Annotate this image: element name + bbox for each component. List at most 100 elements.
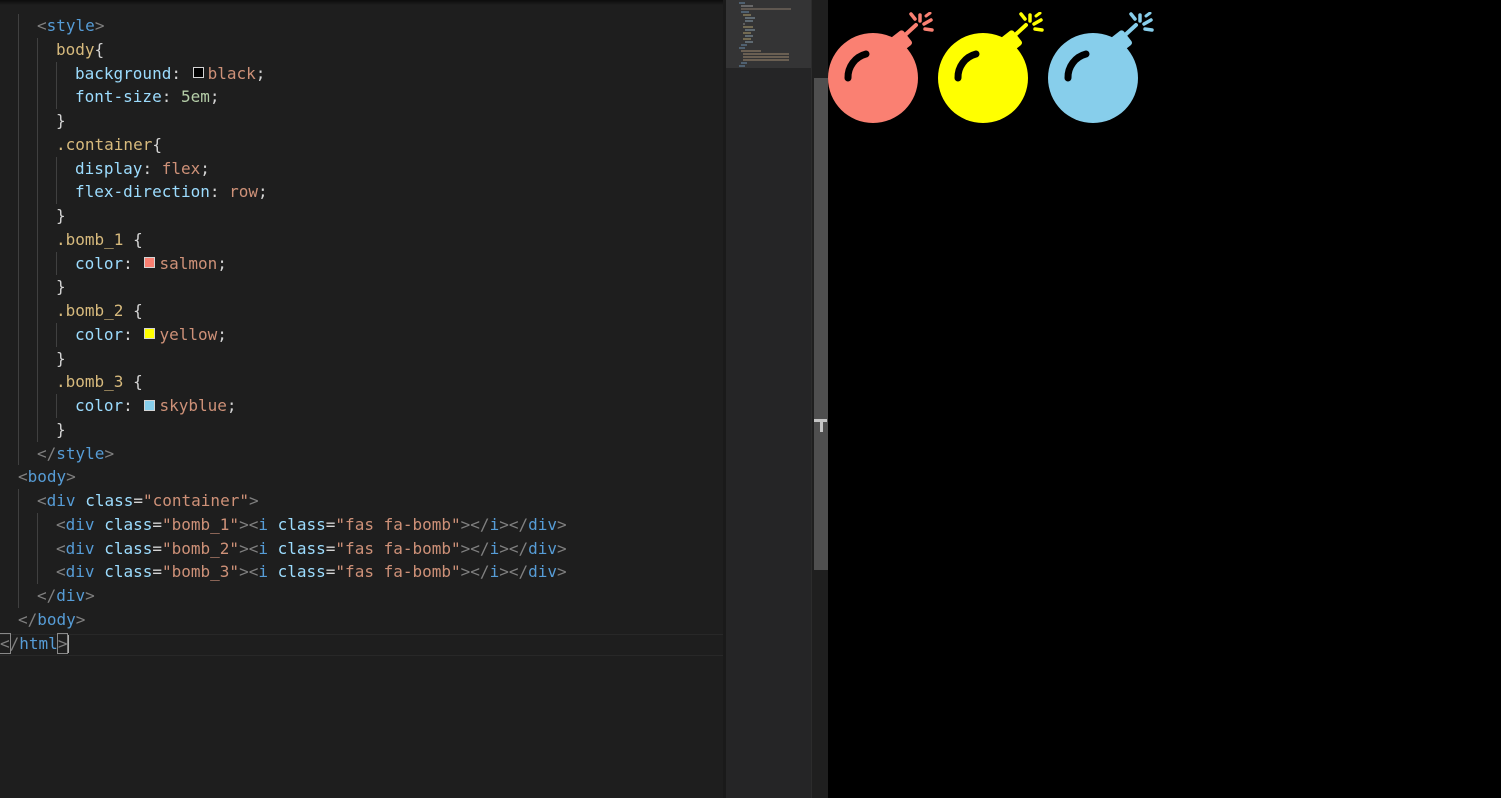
indent-guide (18, 512, 19, 537)
code-line[interactable]: <div class="container"> (0, 489, 723, 513)
indent-guide (37, 204, 38, 228)
indent-guide (37, 512, 38, 537)
code-token: style (56, 443, 105, 463)
code-token: div (528, 562, 558, 582)
color-swatch[interactable] (144, 257, 156, 268)
indent-guide (18, 156, 19, 181)
code-token: ; (258, 182, 268, 202)
indent-guide (18, 441, 19, 466)
code-token: / (9, 633, 20, 653)
code-line[interactable]: <div class="bomb_2"><i class="fas fa-bom… (0, 536, 723, 561)
code-token: ; (209, 87, 220, 107)
code-token: salmon (159, 253, 218, 273)
code-token: ; (255, 63, 266, 83)
code-token: > (66, 467, 76, 487)
code-token: >< (239, 514, 259, 534)
bomb-2 (938, 11, 1048, 124)
indent-guide (18, 132, 19, 157)
color-swatch[interactable] (192, 67, 204, 78)
code-line[interactable]: body{ (0, 37, 723, 62)
color-swatch[interactable] (144, 399, 156, 411)
code-token: } (56, 419, 66, 439)
code-line[interactable]: <body> (0, 465, 723, 489)
code-token: .bomb_1 (56, 229, 124, 249)
browser-preview (828, 0, 1501, 798)
bomb-2-icon (938, 11, 1044, 123)
indent-guide (37, 156, 38, 181)
indent-guide (18, 299, 19, 323)
code-line[interactable]: } (0, 275, 723, 299)
indent-guide (18, 251, 19, 276)
scrollbar-thumb[interactable] (814, 78, 829, 570)
code-token: class (104, 562, 153, 582)
code-line[interactable]: flex-direction: row; (0, 180, 723, 204)
code-line[interactable]: .bomb_3 { (0, 370, 723, 394)
indent-guide (37, 227, 38, 252)
code-token: div (528, 538, 558, 558)
matched-bracket: < (0, 632, 11, 654)
code-token: div (46, 491, 76, 510)
code-line[interactable]: display: flex; (0, 156, 723, 181)
indent-guide (37, 346, 38, 371)
code-token: color (75, 253, 124, 273)
code-token: "bomb_2" (162, 538, 240, 558)
code-editor[interactable]: <style> body{background: black; font-size:… (0, 0, 723, 798)
code-line[interactable]: color: skyblue; (0, 394, 723, 418)
code-token: : (142, 158, 162, 178)
indent-guide (37, 299, 38, 323)
code-token: "fas fa-bomb" (335, 562, 461, 582)
code-token: > (104, 443, 115, 463)
indent-guide (37, 370, 38, 394)
code-line[interactable]: background: black; (0, 61, 723, 86)
code-line[interactable]: .container{ (0, 132, 723, 157)
code-token: > (75, 609, 86, 629)
code-lines[interactable]: <style> body{background: black; font-size:… (0, 14, 723, 655)
code-token: yellow (159, 324, 218, 344)
code-token: div (528, 514, 558, 534)
code-token: > (557, 514, 567, 534)
code-token: class (277, 514, 326, 534)
code-line[interactable]: font-size: 5em; (0, 85, 723, 109)
code-token: ></ (460, 514, 490, 534)
code-line[interactable]: <div class="bomb_3"><i class="fas fa-bom… (0, 560, 723, 584)
indent-guide (37, 394, 38, 418)
code-token: > (248, 491, 259, 510)
code-line[interactable]: } (0, 204, 723, 228)
code-line[interactable]: } (0, 109, 723, 133)
code-line[interactable]: } (0, 417, 723, 442)
code-token: < (56, 562, 66, 582)
code-token: body (56, 39, 95, 59)
color-swatch[interactable] (144, 328, 156, 340)
code-line[interactable]: color: salmon; (0, 251, 723, 276)
code-line[interactable]: </html> (0, 632, 723, 656)
code-token: ; (217, 253, 227, 273)
code-token: color (75, 324, 124, 344)
code-token: "bomb_3" (162, 562, 240, 582)
indent-guide (37, 37, 38, 62)
indent-guide (56, 322, 57, 347)
code-token: .bomb_3 (56, 372, 124, 392)
code-line[interactable]: .bomb_2 { (0, 299, 723, 323)
code-line[interactable]: color: yellow; (0, 322, 723, 347)
code-line[interactable]: } (0, 346, 723, 371)
editor-scrollbar[interactable] (811, 0, 829, 798)
code-token: "container" (143, 491, 249, 510)
code-line[interactable]: <style> (0, 14, 723, 38)
code-token: i (489, 538, 500, 558)
code-token: style (46, 16, 95, 35)
indent-guide (56, 156, 57, 181)
code-token: < (37, 491, 47, 510)
indent-guide (18, 37, 19, 62)
code-line[interactable]: .bomb_1 { (0, 227, 723, 252)
indent-guide (18, 536, 19, 561)
code-line[interactable]: </style> (0, 441, 723, 466)
code-token: ></ (499, 514, 529, 534)
code-token: body (27, 467, 67, 487)
code-token: class (104, 514, 153, 534)
code-line[interactable]: </body> (0, 608, 723, 632)
code-line[interactable]: </div> (0, 584, 723, 608)
code-token: ></ (499, 562, 529, 582)
code-line[interactable]: <div class="bomb_1"><i class="fas fa-bom… (0, 512, 723, 537)
